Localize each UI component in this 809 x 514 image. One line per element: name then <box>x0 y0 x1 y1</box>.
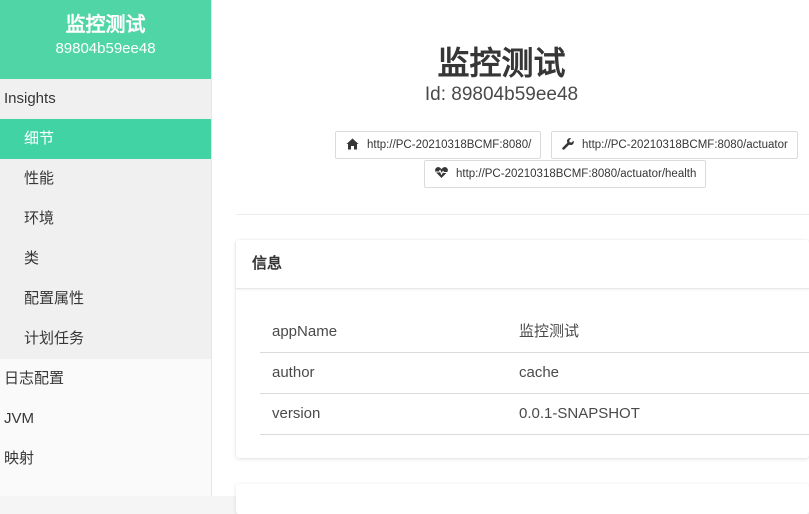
sidebar: 监控测试 89804b59ee48 Insights 细节 性能 环境 类 配置… <box>0 0 212 496</box>
sidebar-item-mappings[interactable]: 映射 <box>0 439 211 479</box>
sidebar-header[interactable]: 监控测试 89804b59ee48 <box>0 0 211 79</box>
main-content: 监控测试 Id: 89804b59ee48 http://PC-20210318… <box>212 0 809 514</box>
actuator-url-text: http://PC-20210318BCMF:8080/actuator <box>582 139 788 151</box>
home-icon <box>346 138 359 150</box>
sidebar-group-insights: Insights 细节 性能 环境 类 配置属性 计划任务 <box>0 79 211 359</box>
divider <box>236 214 809 215</box>
info-key: appName <box>272 323 338 340</box>
health-url-button[interactable]: http://PC-20210318BCMF:8080/actuator/hea… <box>424 160 707 188</box>
app-id: 89804b59ee48 <box>55 40 156 57</box>
app-title: 监控测试 <box>65 14 146 36</box>
info-value: 监控测试 <box>519 323 580 340</box>
actuator-url-button[interactable]: http://PC-20210318BCMF:8080/actuator <box>551 131 798 159</box>
sidebar-item-details[interactable]: 细节 <box>0 119 211 159</box>
table-row: appName 监控测试 <box>260 312 809 353</box>
info-value: cache <box>519 364 560 381</box>
sidebar-item-config-props[interactable]: 配置属性 <box>0 279 211 319</box>
sidebar-item-jvm[interactable]: JVM <box>0 399 211 439</box>
info-value: 0.0.1-SNAPSHOT <box>519 405 640 422</box>
info-card-title: 信息 <box>236 240 809 289</box>
sidebar-item-metrics[interactable]: 性能 <box>0 159 211 199</box>
home-url-text: http://PC-20210318BCMF:8080/ <box>367 139 532 151</box>
sidebar-item-beans[interactable]: 类 <box>0 239 211 279</box>
page-id: Id: 89804b59ee48 <box>424 84 579 105</box>
health-url-text: http://PC-20210318BCMF:8080/actuator/hea… <box>456 168 697 180</box>
info-card: 信息 appName 监控测试 author cache version 0.0… <box>236 240 809 458</box>
wrench-icon <box>562 138 574 150</box>
info-key: author <box>272 364 315 381</box>
sidebar-item-insights[interactable]: Insights <box>0 79 211 119</box>
sidebar-item-loggers[interactable]: 日志配置 <box>0 359 211 399</box>
info-table: appName 监控测试 author cache version 0.0.1-… <box>260 312 809 435</box>
sidebar-item-environment[interactable]: 环境 <box>0 199 211 239</box>
sidebar-item-scheduled-tasks[interactable]: 计划任务 <box>0 319 211 359</box>
heartbeat-icon <box>435 167 448 179</box>
table-row: version 0.0.1-SNAPSHOT <box>260 394 809 435</box>
next-card <box>236 484 809 514</box>
page-title: 监控测试 <box>437 45 566 81</box>
home-url-button[interactable]: http://PC-20210318BCMF:8080/ <box>335 131 542 159</box>
info-key: version <box>272 405 321 422</box>
table-row: author cache <box>260 353 809 394</box>
